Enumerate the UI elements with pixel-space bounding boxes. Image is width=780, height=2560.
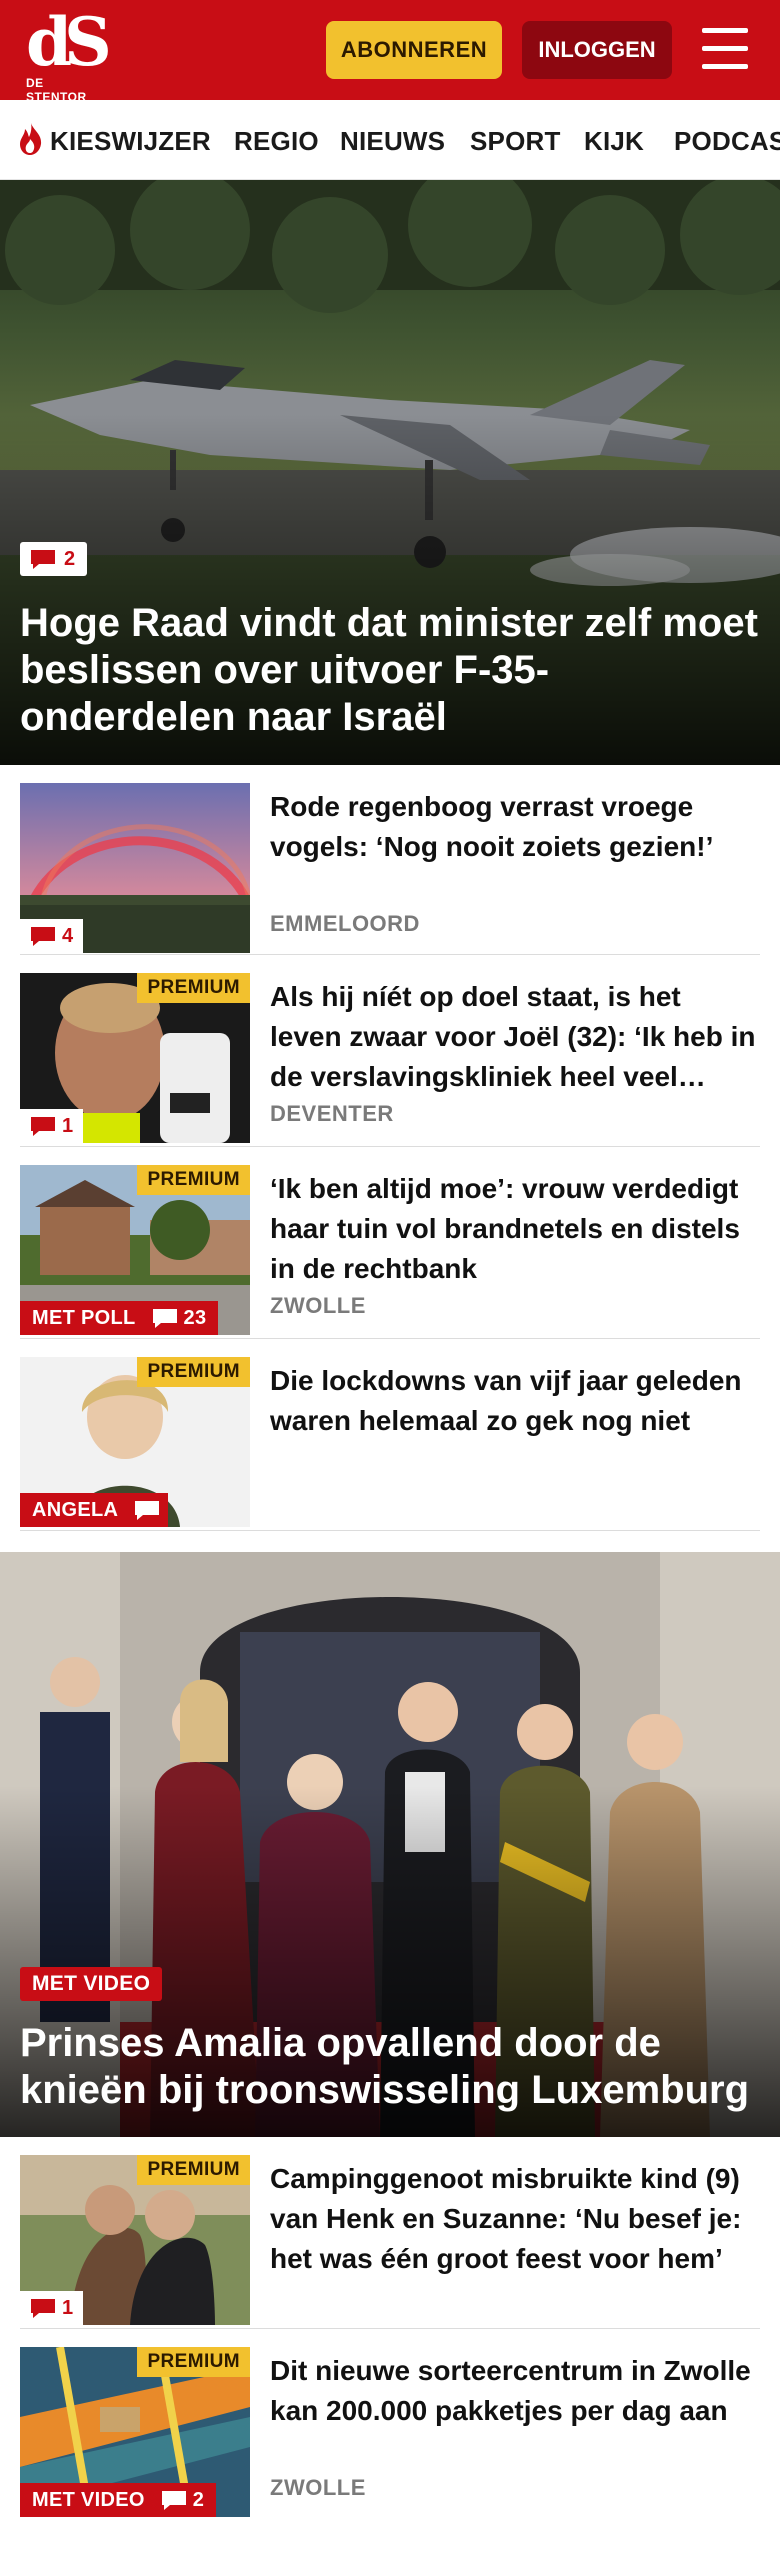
comment-badge[interactable]: 23 [147, 1301, 219, 1335]
comment-count: 1 [62, 1114, 74, 1137]
premium-badge: PREMIUM [137, 2155, 250, 2185]
nav-item-podcast[interactable]: PODCAST [674, 126, 780, 157]
comment-badge[interactable]: 1 [20, 1109, 84, 1143]
thumb-badges: 4 [20, 919, 84, 953]
premium-badge: PREMIUM [137, 1357, 250, 1387]
premium-badge: PREMIUM [137, 973, 250, 1003]
thumb-badges: MET POLL 23 [20, 1301, 219, 1335]
comment-bubble-icon [31, 550, 55, 569]
article-headline[interactable]: ‘Ik ben altijd moe’: vrouw verdedigt haa… [270, 1169, 760, 1289]
list-item[interactable]: 4 Rode regenboog verrast vroege vogels: … [20, 765, 760, 955]
comment-count: 2 [192, 2488, 205, 2511]
comment-bubble-icon [135, 1501, 160, 1520]
list-item[interactable]: PREMIUM MET POLL 23 ‘Ik ben altijd moe’:… [20, 1147, 760, 1339]
premium-badge: PREMIUM [137, 1165, 250, 1195]
thumb-badges: MET VIDEO 2 [20, 2483, 217, 2517]
list-item[interactable]: PREMIUM MET VIDEO 2 Dit nieuwe sorteerce… [20, 2329, 760, 2521]
site-logo[interactable]: dS DE STENTOR [26, 3, 116, 104]
thumb-badges: ANGELA [20, 1493, 169, 1527]
hero-headline[interactable]: Hoge Raad vindt dat minister zelf moet b… [20, 600, 760, 741]
section-nav: KIESWIJZER REGIO NIEUWS SPORT KIJK PODCA… [0, 100, 780, 180]
thumbnail-columnist: PREMIUM ANGELA [20, 1357, 250, 1527]
thumbnail-camping: PREMIUM 1 [20, 2155, 250, 2325]
article-location: ZWOLLE [270, 2475, 366, 2500]
comment-bubble-icon [161, 2491, 186, 2510]
poll-tag: MET POLL [20, 1301, 148, 1335]
comment-count: 23 [183, 1306, 207, 1329]
thumbnail-goalkeeper: PREMIUM 1 [20, 973, 250, 1143]
article-headline[interactable]: Campinggenoot misbruikte kind (9) van He… [270, 2159, 760, 2279]
comment-bubble-icon [152, 1309, 177, 1328]
comment-bubble-icon [31, 1117, 55, 1136]
login-button[interactable]: INLOGGEN [522, 21, 672, 79]
hamburger-icon[interactable] [698, 24, 752, 74]
hero-article-f35[interactable]: 2 Hoge Raad vindt dat minister zelf moet… [0, 180, 780, 765]
nav-item-kieswijzer[interactable]: KIESWIJZER [50, 126, 211, 157]
video-tag: MET VIDEO [20, 2483, 157, 2517]
comment-badge[interactable]: 2 [20, 542, 88, 576]
video-tag: MET VIDEO [20, 1967, 163, 2001]
hero-headline[interactable]: Prinses Amalia opvallend door de knieën … [20, 2020, 760, 2114]
thumb-badges: 1 [20, 1109, 84, 1143]
flame-icon [20, 123, 42, 155]
list-item[interactable]: PREMIUM 1 Campinggenoot misbruikte kind … [20, 2137, 760, 2329]
article-location: EMMELOORD [270, 911, 420, 936]
subscribe-button[interactable]: ABONNEREN [326, 21, 502, 79]
comment-badge[interactable]: 1 [20, 2291, 84, 2325]
site-header: dS DE STENTOR ABONNEREN INLOGGEN [0, 0, 780, 104]
premium-badge: PREMIUM [137, 2347, 250, 2377]
article-location: ZWOLLE [270, 1293, 366, 1318]
nav-item-nieuws[interactable]: NIEUWS [340, 126, 445, 157]
thumb-badges: 1 [20, 2291, 84, 2325]
hero-article-amalia[interactable]: MET VIDEO Prinses Amalia opvallend door … [0, 1552, 780, 2137]
nav-item-kijk[interactable]: KIJK [584, 126, 644, 157]
article-headline[interactable]: Als hij níét op doel staat, is het leven… [270, 977, 760, 1097]
article-headline[interactable]: Rode regenboog verrast vroege vogels: ‘N… [270, 787, 760, 867]
comment-badge[interactable]: 4 [20, 919, 84, 953]
thumbnail-garden: PREMIUM MET POLL 23 [20, 1165, 250, 1335]
logo-mark: dS [26, 3, 112, 81]
author-tag: ANGELA [20, 1493, 131, 1527]
comment-count: 2 [64, 547, 76, 570]
thumbnail-rainbow: 4 [20, 783, 250, 953]
article-headline[interactable]: Die lockdowns van vijf jaar geleden ware… [270, 1361, 760, 1441]
article-location: DEVENTER [270, 1101, 394, 1126]
nav-item-sport[interactable]: SPORT [470, 126, 561, 157]
nav-item-regio[interactable]: REGIO [234, 126, 319, 157]
comment-bubble-icon [31, 927, 55, 946]
comment-count: 4 [62, 924, 74, 947]
comment-bubble-icon [31, 2299, 55, 2318]
comment-badge[interactable] [130, 1493, 169, 1527]
comment-count: 1 [62, 2296, 74, 2319]
article-headline[interactable]: Dit nieuwe sorteercentrum in Zwolle kan … [270, 2351, 760, 2431]
list-item[interactable]: PREMIUM 1 Als hij níét op doel staat, is… [20, 955, 760, 1147]
thumbnail-sorting-center: PREMIUM MET VIDEO 2 [20, 2347, 250, 2517]
list-item[interactable]: PREMIUM ANGELA Die lockdowns van vijf ja… [20, 1339, 760, 1531]
comment-badge[interactable]: 2 [156, 2483, 217, 2517]
